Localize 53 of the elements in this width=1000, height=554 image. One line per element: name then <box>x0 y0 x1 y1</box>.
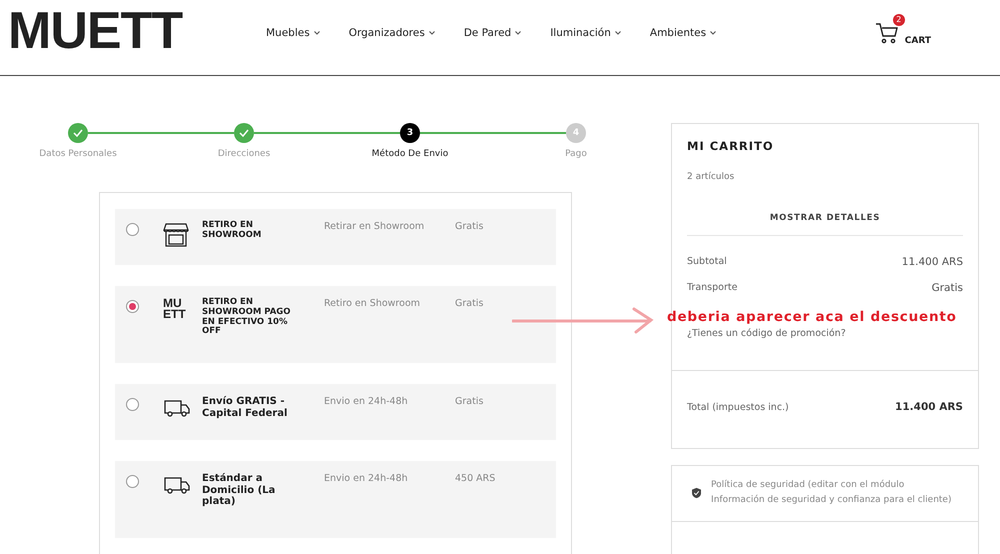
caret-icon <box>710 30 716 34</box>
option-description: Envio en 24h-48h <box>324 473 409 484</box>
option-title: Envío GRATIS - Capital Federal <box>202 396 288 419</box>
summary-value: 11.400 ARS <box>902 256 963 268</box>
step-label: Método De Envio <box>372 149 448 159</box>
option-title: RETIRO EN SHOWROOM <box>202 221 262 241</box>
step-circle: 3 <box>400 123 420 143</box>
option-price: 450 ARS <box>455 473 496 484</box>
shipping-option[interactable]: Envío GRATIS - Capital Federal Envio en 24h-48h Gratis <box>115 384 556 440</box>
caret-icon <box>515 30 522 34</box>
store-icon <box>163 221 189 247</box>
option-title: RETIRO EN SHOWROOM PAGO EN EFECTIVO 10% OFF <box>202 298 292 338</box>
cart-link[interactable]: CART <box>904 36 931 46</box>
annotation-text: deberia aparecer aca el descuento <box>667 309 957 325</box>
nav-link[interactable]: Ambientes <box>650 26 716 38</box>
caret-icon <box>614 30 621 34</box>
total-label: Total (impuestos inc.) <box>687 402 789 412</box>
option-price: Gratis <box>455 396 484 407</box>
promo-code-link[interactable]: ¿Tienes un código de promoción? <box>687 328 963 339</box>
nav-link[interactable]: Muebles <box>266 26 320 38</box>
nav-link[interactable]: De Pared <box>464 26 522 38</box>
shipping-option[interactable]: MU ETT RETIRO EN SHOWROOM PAGO EN EFECTIVO 10% OFF Retiro en Showroom Gratis <box>115 286 556 363</box>
step-label: Direcciones <box>218 149 270 159</box>
radio-button[interactable] <box>126 300 139 313</box>
logo-icon: MU ETT <box>163 298 193 321</box>
option-title: Estándar a Domicilio (La plata) <box>202 473 276 508</box>
summary-label: Transporte <box>687 282 738 294</box>
cart-count-badge: 2 <box>892 14 905 26</box>
shipping-option[interactable]: RETIRO EN SHOWROOM Retirar en Showroom Gratis <box>115 209 556 265</box>
option-description: Retirar en Showroom <box>324 221 426 232</box>
summary-value: Gratis <box>932 282 963 294</box>
caret-icon <box>314 30 320 34</box>
cart-title: MI CARRITO <box>687 139 775 153</box>
logo[interactable]: MUETT <box>8 4 184 56</box>
option-price: Gratis <box>455 221 484 232</box>
total-value: 11.400 ARS <box>895 401 963 413</box>
item-count: 2 artículos <box>687 172 736 182</box>
security-policy-text: Política de seguridad (editar con el módulo Información de seguridad y confianza para el cliente) <box>711 478 952 508</box>
option-description: Envio en 24h-48h <box>324 396 409 407</box>
caret-icon <box>428 30 435 34</box>
nav-link[interactable]: Organizadores <box>348 26 435 38</box>
step-label: Pago <box>565 149 587 159</box>
option-price: Gratis <box>455 298 484 309</box>
cart-icon[interactable] <box>874 22 899 44</box>
radio-button[interactable] <box>126 398 139 411</box>
shipping-option[interactable]: Estándar a Domicilio (La plata) Envio en 24h-48h 450 ARS <box>115 461 556 538</box>
nav-link[interactable]: Iluminación <box>550 26 621 38</box>
radio-button[interactable] <box>126 475 139 488</box>
option-description: Retiro en Showroom <box>324 298 422 309</box>
show-details-link[interactable]: MOSTRAR DETALLES <box>687 213 963 236</box>
radio-button[interactable] <box>126 223 139 236</box>
step-label: Datos Personales <box>39 149 117 159</box>
summary-label: Subtotal <box>687 256 727 268</box>
